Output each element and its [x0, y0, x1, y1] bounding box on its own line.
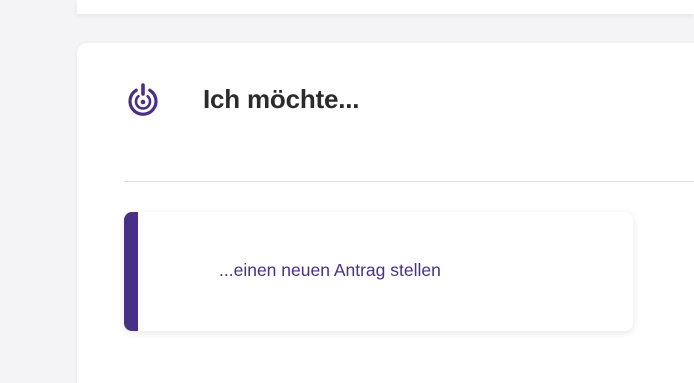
card-title: Ich möchte...	[203, 83, 360, 114]
new-application-label: ...einen neuen Antrag stellen	[219, 260, 441, 280]
divider	[124, 181, 694, 182]
accent-bar	[124, 212, 138, 331]
new-application-button[interactable]: ...einen neuen Antrag stellen	[124, 212, 633, 331]
card-header: Ich möchte...	[125, 76, 360, 122]
options-card: Ich möchte... ...einen neuen Antrag stel…	[77, 43, 694, 383]
top-card-edge	[77, 0, 694, 14]
power-target-icon	[128, 83, 158, 116]
